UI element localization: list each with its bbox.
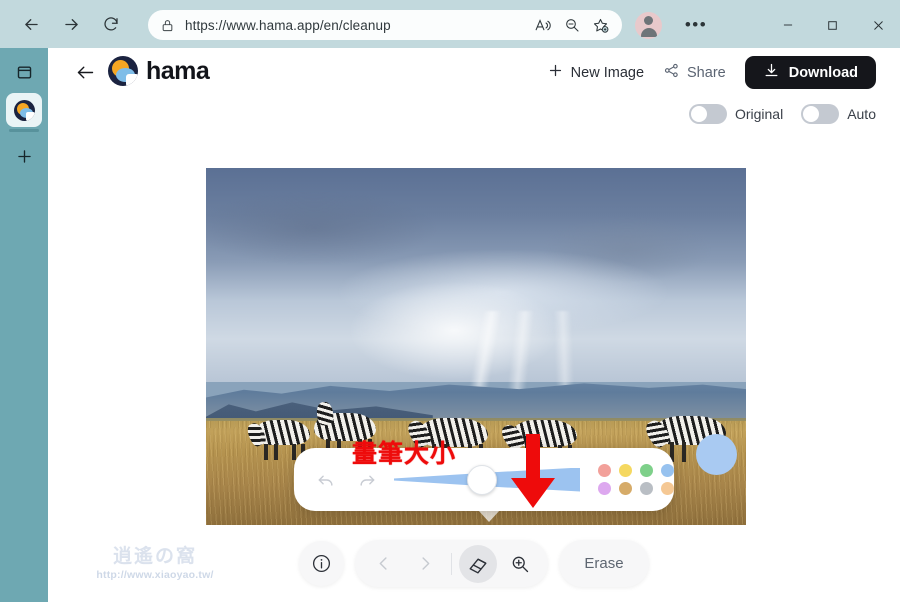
app-back-button[interactable] <box>72 59 98 85</box>
original-toggle-label: Original <box>734 106 784 122</box>
brush-size-panel <box>294 448 674 511</box>
header-actions: New Image Share Download <box>547 56 876 89</box>
maximize-icon[interactable] <box>810 10 854 40</box>
brand-name: hama <box>146 56 210 85</box>
lock-icon <box>161 19 174 32</box>
auto-toggle[interactable] <box>801 104 840 124</box>
add-tab-icon[interactable] <box>7 141 41 171</box>
original-toggle-knob <box>690 106 707 122</box>
address-bar[interactable]: https://www.hama.app/en/cleanup <box>148 10 622 40</box>
close-icon[interactable] <box>856 10 900 40</box>
auto-toggle-wrap[interactable]: Auto <box>801 104 876 124</box>
browser-window: https://www.hama.app/en/cleanup ••• hama… <box>0 0 900 602</box>
original-toggle-wrap[interactable]: Original <box>688 104 784 124</box>
view-toggles: Original Auto <box>688 104 876 124</box>
zoom-out-icon[interactable] <box>558 12 585 39</box>
slider-knob[interactable] <box>466 464 497 495</box>
red-down-arrow-icon <box>505 434 561 517</box>
share-label: Share <box>687 64 726 81</box>
auto-toggle-knob <box>803 106 820 122</box>
watermark-url: http://www.xiaoyao.tw/ <box>96 569 214 581</box>
download-icon <box>763 62 780 83</box>
swatch-gray[interactable] <box>640 482 653 495</box>
avatar-head <box>644 16 653 25</box>
auto-toggle-label: Auto <box>847 106 876 122</box>
swatch-peach[interactable] <box>661 482 674 495</box>
sidebar-item-active-tab[interactable] <box>0 93 48 132</box>
share-button[interactable]: Share <box>663 62 726 83</box>
swatch-purple[interactable] <box>598 482 611 495</box>
erase-button[interactable]: Erase <box>559 540 649 587</box>
forward-arrow-icon[interactable] <box>54 7 88 41</box>
color-swatches <box>598 464 674 495</box>
active-tab-underline <box>9 129 39 132</box>
watermark-title: 逍遙の窩 <box>112 545 197 567</box>
tab-actions-icon[interactable] <box>7 57 41 87</box>
more-options-icon[interactable]: ••• <box>682 12 710 38</box>
hama-logo-icon <box>108 56 138 86</box>
tool-group <box>355 540 549 587</box>
erase-label: Erase <box>584 555 624 572</box>
chevron-right-icon[interactable] <box>406 545 444 583</box>
download-label: Download <box>788 64 858 81</box>
swatch-salmon[interactable] <box>598 464 611 477</box>
annotation-label: 畫筆大小 <box>352 439 457 468</box>
back-arrow-icon[interactable] <box>14 7 48 41</box>
profile-avatar[interactable] <box>635 12 662 39</box>
toolbar-divider <box>451 552 453 575</box>
read-aloud-icon[interactable] <box>529 12 556 39</box>
share-icon <box>663 62 680 83</box>
plus-icon <box>547 62 564 83</box>
hama-favicon-icon <box>13 99 35 121</box>
app-header: hama New Image Share Download <box>48 48 900 96</box>
new-image-label: New Image <box>570 64 645 81</box>
original-toggle[interactable] <box>688 104 727 124</box>
minimize-icon[interactable] <box>766 10 810 40</box>
brand: hama <box>108 56 210 86</box>
address-bar-icons <box>529 12 614 39</box>
brush-circle <box>696 434 737 475</box>
avatar-body <box>640 28 657 37</box>
undo-icon[interactable] <box>310 463 342 497</box>
reload-icon[interactable] <box>94 7 128 41</box>
brush-panel-tail <box>478 510 500 522</box>
zoom-in-icon[interactable] <box>501 545 539 583</box>
info-icon[interactable] <box>299 541 345 586</box>
active-tab-favicon <box>6 93 42 127</box>
hama-app-page: hama New Image Share Download Original A… <box>48 48 900 602</box>
eraser-icon[interactable] <box>459 544 498 583</box>
swatch-green[interactable] <box>640 464 653 477</box>
url-text: https://www.hama.app/en/cleanup <box>185 17 391 33</box>
swatch-tan[interactable] <box>619 482 632 495</box>
download-button[interactable]: Download <box>744 56 876 89</box>
watermark: 逍遙の窩 http://www.xiaoyao.tw/ <box>70 541 240 581</box>
swatch-yellow[interactable] <box>619 464 632 477</box>
swatch-blue[interactable] <box>661 464 674 477</box>
new-image-button[interactable]: New Image <box>547 62 644 83</box>
browser-sidebar <box>0 48 48 602</box>
favorite-star-icon[interactable] <box>587 12 614 39</box>
chevron-left-icon[interactable] <box>364 545 402 583</box>
